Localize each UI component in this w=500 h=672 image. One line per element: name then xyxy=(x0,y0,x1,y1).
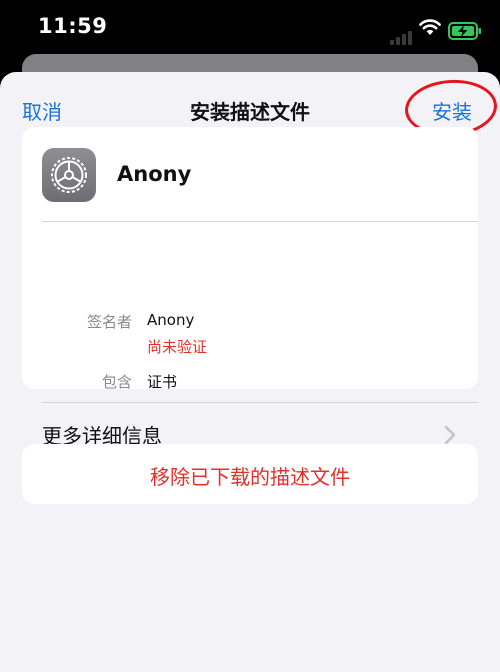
signer-value: Anony xyxy=(147,311,195,329)
remove-profile-button[interactable]: 移除已下载的描述文件 xyxy=(22,444,478,504)
status-time: 11:59 xyxy=(38,14,108,38)
signer-label: 签名者 xyxy=(86,313,132,331)
settings-gear-icon xyxy=(42,148,96,202)
divider xyxy=(42,221,478,222)
status-bar: 11:59 xyxy=(0,0,500,62)
remove-profile-label: 移除已下载的描述文件 xyxy=(150,465,350,489)
profile-card: Anony 签名者 Anony 尚未验证 包含 证书 更多详细信息 xyxy=(22,127,478,448)
battery-charging-icon xyxy=(448,22,481,40)
signer-status: 尚未验证 xyxy=(147,338,208,356)
profile-name: Anony xyxy=(117,162,192,186)
contains-label: 包含 xyxy=(101,373,132,391)
chevron-right-icon xyxy=(444,425,456,445)
wifi-icon xyxy=(419,19,441,35)
contains-value: 证书 xyxy=(147,373,178,391)
